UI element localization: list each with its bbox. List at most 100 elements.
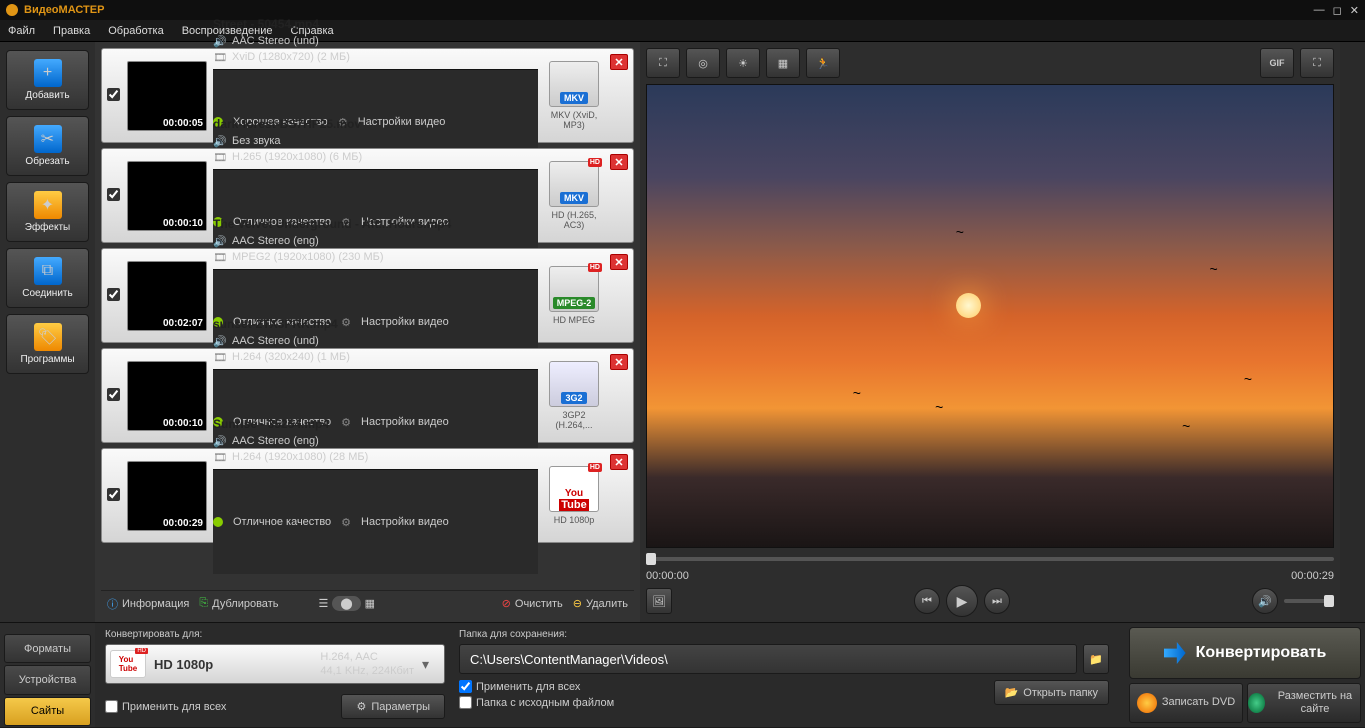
gif-label: GIF <box>1270 58 1285 68</box>
info-button[interactable]: ⓘИнформация <box>107 596 189 612</box>
file-thumbnail[interactable]: 00:00:10 <box>127 361 207 431</box>
minimize-button[interactable]: — <box>1314 4 1325 17</box>
brightness-icon: ☀ <box>738 57 748 70</box>
time-current: 00:00:00 <box>646 570 689 582</box>
close-button[interactable]: ✕ <box>1350 4 1359 17</box>
publish-button[interactable]: Разместить на сайте <box>1247 683 1361 723</box>
gear-icon: ⚙ <box>341 516 351 529</box>
folder-path[interactable]: C:\Users\ContentManager\Videos\ <box>459 644 1077 674</box>
join-button[interactable]: ⧉Соединить <box>6 248 89 308</box>
remove-file-button[interactable]: ✕ <box>610 354 628 370</box>
file-checkbox[interactable] <box>107 388 120 401</box>
fullscreen-button[interactable]: ⛶ <box>1300 48 1334 78</box>
format-name: HD 1080p <box>154 657 312 672</box>
remove-file-button[interactable]: ✕ <box>610 54 628 70</box>
remove-file-button[interactable]: ✕ <box>610 454 628 470</box>
brightness-button[interactable]: ☀ <box>726 48 760 78</box>
file-format[interactable]: HDYouTubeHD 1080p <box>544 466 604 525</box>
file-name: dark-forest-BS7HP25.mov <box>213 117 538 131</box>
gif-button[interactable]: GIF <box>1260 48 1294 78</box>
file-checkbox[interactable] <box>107 188 120 201</box>
duplicate-button[interactable]: ⎘Дублировать <box>199 597 278 610</box>
tag-icon: 🏷 <box>34 323 62 351</box>
burn-dvd-button[interactable]: Записать DVD <box>1129 683 1243 723</box>
clear-button[interactable]: ⊘Очистить <box>502 597 563 610</box>
file-codec: H.265 (1920x1080) (6 МБ) <box>232 151 362 163</box>
play-icon: ▶ <box>957 593 968 610</box>
audio-icon: 🔊 <box>213 35 227 47</box>
file-name: Street - 50454.mp4 <box>213 17 538 31</box>
video-icon: 🎞 <box>213 451 227 463</box>
video-preview[interactable]: ~ ~ ~ ~ ~ ~ <box>646 84 1334 548</box>
add-button[interactable]: +Добавить <box>6 50 89 110</box>
file-format[interactable]: 3G23GP2 (H.264,... <box>544 361 604 430</box>
arrow-icon <box>1164 642 1186 664</box>
clear-icon: ⊘ <box>502 597 511 610</box>
file-thumbnail[interactable]: 00:00:29 <box>127 461 207 531</box>
browse-button[interactable]: 📁 <box>1083 644 1109 674</box>
play-button[interactable]: ▶ <box>946 585 978 617</box>
file-checkbox[interactable] <box>107 488 120 501</box>
cut-button[interactable]: ✂Обрезать <box>6 116 89 176</box>
next-button[interactable]: ⏭ <box>984 588 1010 614</box>
globe-icon <box>1248 693 1265 713</box>
fullscreen-icon: ⛶ <box>1313 57 1321 70</box>
file-checkbox[interactable] <box>107 288 120 301</box>
enhance-button[interactable]: ◎ <box>686 48 720 78</box>
apply-all-checkbox[interactable]: Применить для всех <box>105 700 226 713</box>
file-format[interactable]: MKVMKV (XviD, MP3) <box>544 61 604 130</box>
convert-settings: Конвертировать для: YouTubeHD HD 1080p H… <box>105 629 445 721</box>
file-thumbnail[interactable]: 00:02:07 <box>127 261 207 331</box>
remove-file-button[interactable]: ✕ <box>610 154 628 170</box>
file-settings-link[interactable]: Настройки видео <box>361 516 449 528</box>
maximize-button[interactable]: ◻ <box>1333 4 1342 17</box>
file-format[interactable]: HDMPEG-2HD MPEG <box>544 266 604 325</box>
volume-handle[interactable] <box>1324 595 1334 607</box>
menu-file[interactable]: Файл <box>8 25 35 37</box>
file-item[interactable]: 00:00:29Sunrise - 35254.mp4🔊AAC Stereo (… <box>101 448 634 543</box>
effects-button[interactable]: ✦Эффекты <box>6 182 89 242</box>
view-toggle[interactable]: ☰ ⬤ ▦ <box>318 596 375 611</box>
tab-sites[interactable]: Сайты <box>4 697 91 726</box>
folder-source[interactable]: Папка с исходным файлом <box>459 696 614 709</box>
file-format[interactable]: HDMKVHD (H.265, AC3) <box>544 161 604 230</box>
folder-open-icon: 📂 <box>1005 686 1019 699</box>
titlebar: ВидеоМАСТЕР — ◻ ✕ <box>0 0 1365 20</box>
open-folder-button[interactable]: 📂Открыть папку <box>994 680 1109 705</box>
file-thumbnail[interactable]: 00:00:10 <box>127 161 207 231</box>
volume-button[interactable]: 🔊 <box>1252 588 1278 614</box>
filmstrip-button[interactable]: ▦ <box>766 48 800 78</box>
remove-file-button[interactable]: ✕ <box>610 254 628 270</box>
timeline[interactable] <box>646 552 1334 566</box>
folder-apply-all[interactable]: Применить для всех <box>459 680 614 693</box>
format-select[interactable]: YouTubeHD HD 1080p H.264, AAC44,1 KHz, 2… <box>105 644 445 684</box>
speed-button[interactable]: 🏃 <box>806 48 840 78</box>
file-checkbox[interactable] <box>107 88 120 101</box>
app-title: ВидеоМАСТЕР <box>24 4 104 16</box>
running-icon: 🏃 <box>816 57 830 70</box>
app-logo <box>6 4 18 16</box>
delete-icon: ⊖ <box>573 597 582 610</box>
menu-process[interactable]: Обработка <box>108 25 163 37</box>
sun-icon: ◎ <box>698 57 708 70</box>
tab-devices[interactable]: Устройства <box>4 665 91 694</box>
video-icon: 🎞 <box>213 151 227 163</box>
dropdown-icon[interactable]: ▾ <box>422 656 440 673</box>
audio-icon: 🔊 <box>213 335 227 347</box>
volume-slider[interactable] <box>1284 599 1334 603</box>
timeline-handle[interactable] <box>646 553 656 565</box>
snapshot-button[interactable]: 🖼 <box>646 588 672 614</box>
tab-formats[interactable]: Форматы <box>4 634 91 663</box>
params-button[interactable]: ⚙Параметры <box>341 694 445 719</box>
file-name: The Velvet Underground - Aft...Hours.mp4 <box>213 217 538 231</box>
wand-icon: ✦ <box>34 191 62 219</box>
programs-button[interactable]: 🏷Программы <box>6 314 89 374</box>
prev-button[interactable]: ⏮ <box>914 588 940 614</box>
convert-button[interactable]: Конвертировать <box>1129 627 1361 679</box>
delete-button[interactable]: ⊖Удалить <box>573 597 628 610</box>
menu-edit[interactable]: Правка <box>53 25 90 37</box>
file-thumbnail[interactable]: 00:00:05 <box>127 61 207 131</box>
crop-button[interactable]: ⛶ <box>646 48 680 78</box>
preview-toolbar: ⛶ ◎ ☀ ▦ 🏃 GIF ⛶ <box>646 48 1334 80</box>
gear-icon: ⚙ <box>356 700 366 713</box>
